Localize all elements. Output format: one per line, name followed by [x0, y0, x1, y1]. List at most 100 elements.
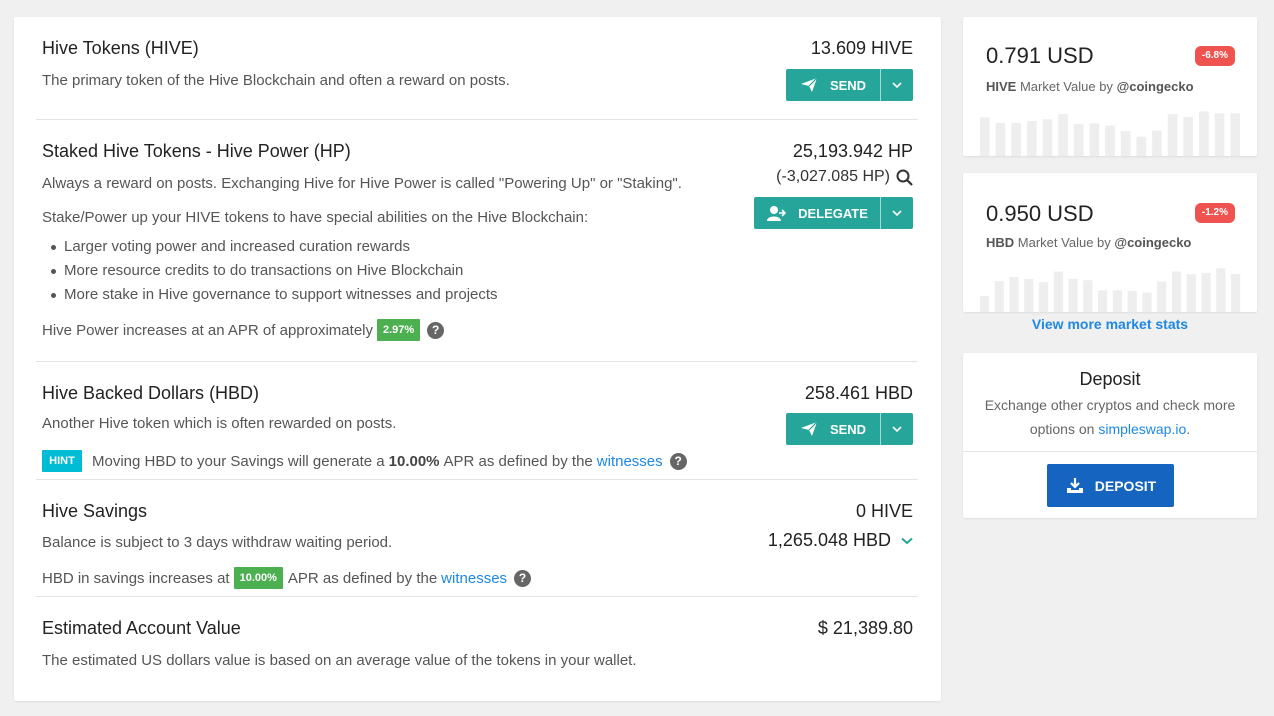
sparkline-bar	[1171, 271, 1182, 312]
hive-price-sparkline	[979, 111, 1241, 156]
hbd-send-button[interactable]: SEND	[786, 413, 881, 445]
delegate-label: DELEGATE	[798, 205, 868, 221]
sparkline-bar	[1083, 280, 1093, 312]
savings-apr-badge: 10.00%	[233, 567, 283, 589]
hive-title: Hive Tokens (HIVE)	[42, 38, 199, 58]
sparkline-bar	[1186, 274, 1196, 312]
deposit-button[interactable]: DEPOSIT	[1047, 464, 1174, 507]
savings-title: Hive Savings	[42, 501, 148, 521]
chevron-down-icon	[892, 82, 902, 88]
hive-market-card[interactable]: 0.791 USD -6.8% HIVE Market Value by @co…	[963, 17, 1257, 156]
delegate-dropdown[interactable]	[881, 197, 913, 229]
hive-amount[interactable]: 13.609 HIVE	[811, 38, 913, 59]
deposit-button-label: DEPOSIT	[1094, 477, 1157, 494]
sparkline-bar	[1009, 277, 1019, 312]
hp-title: Staked Hive Tokens - Hive Power (HP)	[42, 141, 351, 161]
user-delegate-icon	[767, 206, 787, 221]
hp-delegated-amount: (-3,027.085 HP)	[776, 168, 890, 185]
witnesses-link[interactable]: witnesses	[597, 453, 663, 470]
sparkline-bar	[1038, 282, 1049, 312]
hbd-hint-rate: 10.00%	[388, 452, 440, 470]
hp-benefit-list: Larger voting power and increased curati…	[42, 235, 498, 307]
sparkline-bar	[1231, 273, 1241, 312]
hive-send-button[interactable]: SEND	[786, 69, 881, 101]
divider	[963, 451, 1257, 452]
deposit-desc-end: .	[1186, 421, 1191, 437]
list-item: Larger voting power and increased curati…	[42, 235, 498, 259]
list-item: More stake in Hive governance to support…	[42, 283, 498, 307]
hbd-price-sparkline	[979, 268, 1241, 312]
divider	[36, 119, 918, 120]
sparkline-bar	[1127, 290, 1137, 312]
hive-send-label: SEND	[829, 77, 867, 93]
sparkline-bar	[1089, 123, 1100, 156]
sparkline-bar	[1167, 114, 1178, 156]
sparkline-bar	[1098, 290, 1108, 312]
savings-hive-amount[interactable]: 0 HIVE	[856, 501, 913, 522]
sparkline-bar	[1230, 113, 1241, 156]
hive-send-dropdown[interactable]	[881, 69, 913, 101]
witnesses-link[interactable]: witnesses	[441, 570, 507, 587]
hbd-amount[interactable]: 258.461 HBD	[805, 383, 913, 404]
coingecko-source: @coingecko	[1114, 235, 1192, 250]
paper-plane-icon	[800, 77, 818, 92]
divider	[36, 361, 918, 362]
hp-delegate-group: DELEGATE	[754, 197, 913, 229]
hbd-send-dropdown[interactable]	[881, 413, 913, 445]
hp-apr-badge: 2.97%	[377, 319, 421, 341]
hbd-send-label: SEND	[829, 421, 867, 437]
hive-price: 0.791 USD	[986, 43, 1094, 68]
sparkline-bar	[994, 281, 1004, 312]
hp-apr-text: Hive Power increases at an APR of approx…	[42, 321, 373, 339]
list-item: More resource credits to do transactions…	[42, 259, 498, 283]
market-label-mid: Market Value by	[1019, 79, 1113, 94]
hbd-token-label: HBD	[986, 235, 1015, 250]
savings-apr-mid: APR as defined by the	[287, 569, 438, 587]
help-icon[interactable]: ?	[669, 452, 687, 470]
sparkline-bar	[1058, 114, 1068, 156]
hbd-market-card[interactable]: 0.950 USD -1.2% HBD Market Value by @coi…	[963, 173, 1257, 312]
savings-hbd-line[interactable]: 1,265.048 HBD	[768, 530, 913, 551]
hive-desc: The primary token of the Hive Blockchain…	[42, 72, 510, 89]
deposit-card: Deposit Exchange other cryptos and check…	[963, 353, 1257, 518]
coingecko-source: @coingecko	[1116, 79, 1194, 94]
hbd-send-group: SEND	[786, 413, 913, 445]
wallet-panel: Hive Tokens (HIVE) The primary token of …	[14, 17, 941, 701]
search-icon[interactable]	[896, 169, 913, 186]
savings-desc: Balance is subject to 3 days withdraw wa…	[42, 534, 393, 551]
view-more-market-stats-link[interactable]: View more market stats	[963, 316, 1257, 332]
hive-send-group: SEND	[786, 69, 913, 101]
savings-hbd-amount: 1,265.048 HBD	[767, 530, 891, 550]
savings-apr-pre: HBD in savings increases at	[42, 569, 230, 587]
sparkline-bar	[1152, 130, 1162, 156]
sparkline-bar	[1073, 123, 1084, 156]
deposit-title: Deposit	[1079, 369, 1141, 389]
hive-change-badge: -6.8%	[1194, 46, 1235, 66]
hint-badge: HINT	[42, 450, 82, 472]
hbd-price: 0.950 USD	[986, 201, 1094, 226]
simpleswap-link[interactable]: simpleswap.io	[1098, 421, 1186, 437]
sparkline-bar	[1136, 136, 1147, 156]
hbd-hint-line: HINT Moving HBD to your Savings will gen…	[42, 450, 687, 472]
divider	[36, 479, 918, 480]
sparkline-bar	[995, 122, 1006, 156]
hbd-market-label: HBD Market Value by @coingecko	[986, 235, 1191, 250]
market-label-mid: Market Value by	[1017, 235, 1111, 250]
hbd-change-badge: -1.2%	[1194, 203, 1235, 223]
delegate-button[interactable]: DELEGATE	[754, 197, 881, 229]
sparkline-bar	[1199, 111, 1209, 156]
divider	[36, 596, 918, 597]
chevron-down-icon[interactable]	[901, 537, 913, 545]
help-icon[interactable]: ?	[514, 569, 532, 587]
sparkline-bar	[1068, 278, 1078, 312]
estimate-title: Estimated Account Value	[42, 618, 241, 638]
help-icon[interactable]: ?	[427, 321, 445, 339]
sparkline-bar	[1011, 122, 1021, 156]
estimate-amount: $ 21,389.80	[817, 618, 913, 638]
hp-amount[interactable]: 25,193.942 HP	[793, 141, 913, 162]
sparkline-bar	[1183, 116, 1194, 156]
sparkline-bar	[1157, 281, 1167, 312]
sparkline-bar	[1120, 131, 1131, 156]
hp-desc-2: Stake/Power up your HIVE tokens to have …	[42, 209, 589, 226]
hbd-title: Hive Backed Dollars (HBD)	[42, 383, 260, 403]
